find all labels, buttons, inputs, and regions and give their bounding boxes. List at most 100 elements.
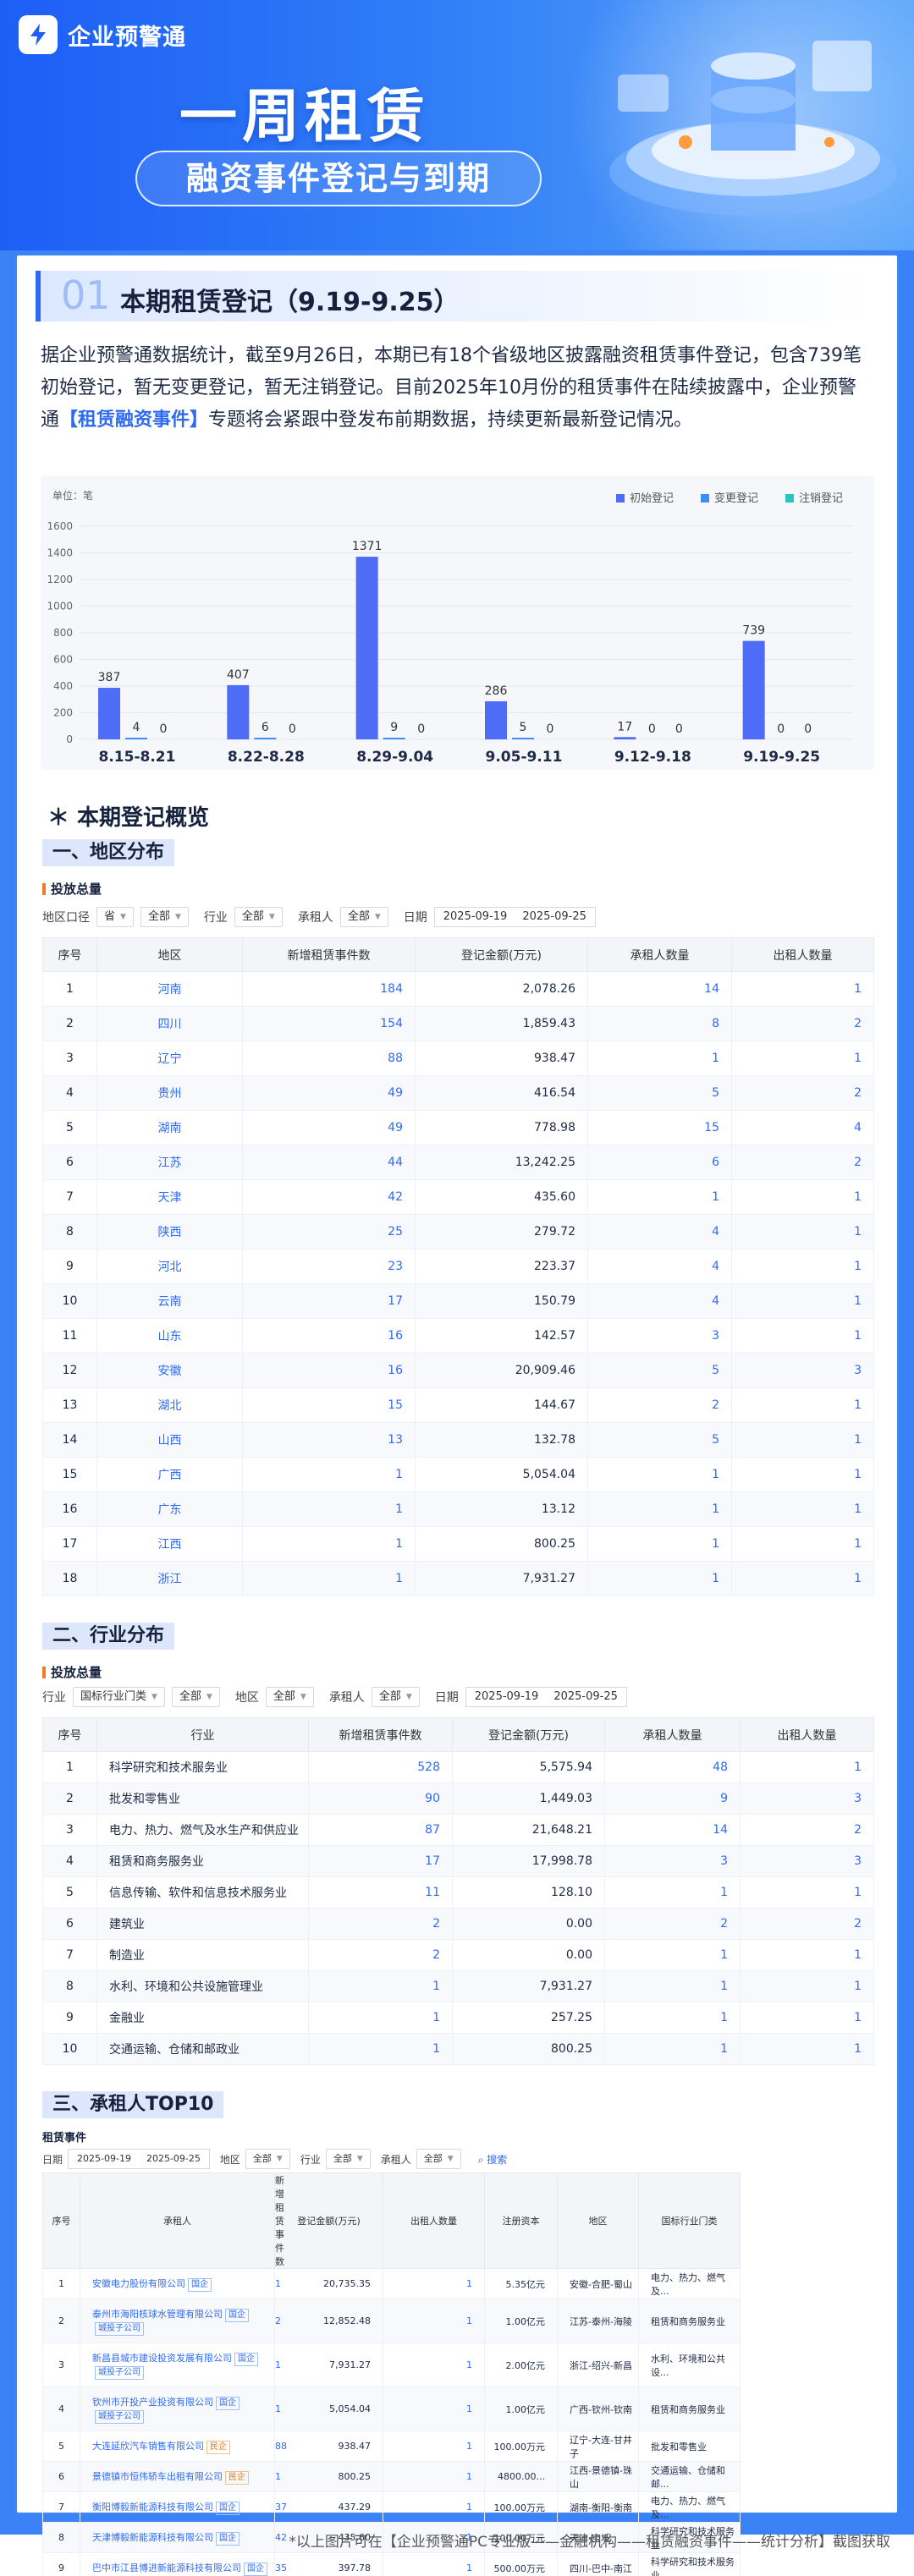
lessor-count-cell[interactable]: 1 <box>740 1939 874 1971</box>
lessee-count-cell[interactable]: 2 <box>604 1908 741 1940</box>
name-cell[interactable]: 江西 <box>96 1526 243 1562</box>
lessor-count-cell[interactable]: 1 <box>731 1179 874 1215</box>
name-cell[interactable]: 广西 <box>96 1457 243 1492</box>
lessor-count-cell[interactable]: 2 <box>731 1006 874 1041</box>
lessee-count-cell[interactable]: 14 <box>604 1814 741 1846</box>
lessor-count-cell[interactable]: 1 <box>731 1041 874 1076</box>
lessor-count-cell[interactable]: 1 <box>740 1970 874 2002</box>
events-cell[interactable]: 25 <box>242 1214 416 1250</box>
lessor-count-cell[interactable]: 1 <box>731 1387 874 1423</box>
caliber-all-select[interactable]: 全部 ▼ <box>140 907 189 927</box>
events-cell[interactable]: 16 <box>242 1353 416 1388</box>
lessor-count-cell[interactable]: 1 <box>740 2033 874 2065</box>
date-range-picker[interactable]: 2025-09-19 2025-09-25 <box>433 907 596 927</box>
region-select[interactable]: 全部 ▼ <box>245 2149 290 2169</box>
lessor-count-cell[interactable]: 1 <box>731 1457 874 1492</box>
lessee-count-cell[interactable]: 1 <box>604 1970 741 2002</box>
lessee-count-cell[interactable]: 3 <box>587 1318 732 1354</box>
column-header[interactable]: 新增租赁事件数 <box>242 937 416 972</box>
lessee-count-cell[interactable]: 4 <box>587 1249 732 1284</box>
events-cell[interactable]: 1 <box>308 1970 453 2002</box>
column-header[interactable]: 承租人数量 <box>604 1717 741 1752</box>
lessee-count-cell[interactable]: 1 <box>604 1939 741 1971</box>
lessee-count-cell[interactable]: 2 <box>587 1387 732 1423</box>
events-cell[interactable]: 17 <box>242 1283 416 1319</box>
lessee-count-cell[interactable]: 4 <box>587 1283 732 1319</box>
events-cell[interactable]: 2 <box>308 1939 453 1971</box>
events-cell[interactable]: 44 <box>242 1145 416 1180</box>
lessor-count-cell[interactable]: 2 <box>740 1908 874 1940</box>
lessee-count-cell[interactable]: 1 <box>587 1179 732 1215</box>
lessor-count-cell[interactable]: 1 <box>731 1526 874 1562</box>
lessor-count-cell[interactable]: 1 <box>731 1422 874 1458</box>
column-header[interactable]: 新增租赁事件数 <box>308 1717 453 1752</box>
lessor-count-cell[interactable]: 3 <box>740 1845 874 1877</box>
region-select[interactable]: 全部 ▼ <box>265 1687 314 1707</box>
lessee-count-cell[interactable]: 1 <box>587 1491 732 1527</box>
lessee-cell[interactable]: 巴中市江县博进新能源科技有限公司 国企 <box>80 2552 275 2576</box>
column-header[interactable]: 承租人数量 <box>587 937 732 972</box>
column-header[interactable]: 登记金额(万元) <box>452 1717 605 1752</box>
industry-all-select[interactable]: 全部 ▼ <box>171 1687 220 1707</box>
lessee-select[interactable]: 全部 ▼ <box>416 2149 461 2169</box>
lessee-count-cell[interactable]: 5 <box>587 1422 732 1458</box>
lessor-count-cell[interactable]: 1 <box>740 2002 874 2034</box>
lessor-count-cell[interactable]: 1 <box>731 1318 874 1354</box>
lessee-count-cell[interactable]: 5 <box>587 1075 732 1111</box>
lessee-count-cell[interactable]: 14 <box>587 971 732 1007</box>
events-cell[interactable]: 1 <box>242 1561 416 1596</box>
name-cell[interactable]: 河南 <box>96 971 243 1007</box>
name-cell[interactable]: 安徽 <box>96 1353 243 1388</box>
events-cell[interactable]: 49 <box>242 1110 416 1145</box>
lessor-count-cell[interactable]: 2 <box>731 1075 874 1111</box>
events-cell[interactable]: 13 <box>242 1422 416 1458</box>
events-cell[interactable]: 88 <box>242 1041 416 1076</box>
caliber-select[interactable]: 省 ▼ <box>96 907 134 927</box>
lessor-count-cell[interactable]: 1 <box>731 1249 874 1284</box>
column-header[interactable]: 出租人数量 <box>731 937 874 972</box>
lessee-count-cell[interactable]: 1 <box>604 2002 741 2034</box>
lessor-count-cell[interactable]: 2 <box>731 1145 874 1180</box>
lessor-count-cell[interactable]: 1 <box>383 2491 485 2523</box>
name-cell[interactable]: 贵州 <box>96 1075 243 1111</box>
search-button[interactable]: ⌕ 搜索 <box>478 2152 508 2167</box>
name-cell[interactable]: 江苏 <box>96 1145 243 1180</box>
name-cell[interactable]: 云南 <box>96 1283 243 1319</box>
name-cell[interactable]: 山西 <box>96 1422 243 1458</box>
lessee-count-cell[interactable]: 15 <box>587 1110 732 1145</box>
name-cell[interactable]: 河北 <box>96 1249 243 1284</box>
name-cell[interactable]: 湖南 <box>96 1110 243 1145</box>
lessor-count-cell[interactable]: 1 <box>731 1283 874 1319</box>
lessee-count-cell[interactable]: 5 <box>587 1353 732 1388</box>
events-cell[interactable]: 87 <box>308 1814 453 1846</box>
lessor-count-cell[interactable]: 1 <box>740 1751 874 1783</box>
events-cell[interactable]: 1 <box>242 1526 416 1562</box>
lessee-count-cell[interactable]: 8 <box>587 1006 732 1041</box>
lessee-cell[interactable]: 泰州市海阳核球水管理有限公司 国企城投子公司 <box>80 2299 275 2343</box>
lessee-count-cell[interactable]: 1 <box>587 1041 732 1076</box>
lessee-count-cell[interactable]: 3 <box>604 1845 741 1877</box>
events-cell[interactable]: 528 <box>308 1751 453 1783</box>
lessor-count-cell[interactable]: 2 <box>740 1814 874 1846</box>
lessee-cell[interactable]: 衡阳博毅新能源科技有限公司 国企 <box>80 2491 275 2523</box>
date-range-picker[interactable]: 2025-09-19 2025-09-25 <box>68 2149 210 2169</box>
events-cell[interactable]: 23 <box>242 1249 416 1284</box>
lessee-cell[interactable]: 钦州市开投产业投资有限公司 国企城投子公司 <box>80 2387 275 2431</box>
events-cell[interactable]: 42 <box>242 1179 416 1215</box>
events-cell[interactable]: 1 <box>308 2033 453 2065</box>
events-cell[interactable]: 17 <box>308 1845 453 1877</box>
lessor-count-cell[interactable]: 1 <box>731 1561 874 1596</box>
lessee-cell[interactable]: 大连延欣汽车销售有限公司 民企 <box>80 2430 275 2462</box>
lessee-count-cell[interactable]: 1 <box>604 2033 741 2065</box>
intro-highlight-link[interactable]: 【租赁融资事件】 <box>59 409 208 431</box>
column-header[interactable]: 出租人数量 <box>740 1717 874 1752</box>
events-cell[interactable]: 1 <box>242 1457 416 1492</box>
lessor-count-cell[interactable]: 3 <box>740 1782 874 1815</box>
lessee-count-cell[interactable]: 1 <box>604 1876 741 1909</box>
lessor-count-cell[interactable]: 1 <box>731 1491 874 1527</box>
events-cell[interactable]: 2 <box>308 1908 453 1940</box>
lessee-select[interactable]: 全部 ▼ <box>371 1687 420 1707</box>
lessor-count-cell[interactable]: 1 <box>383 2299 485 2343</box>
name-cell[interactable]: 陕西 <box>96 1214 243 1250</box>
lessor-count-cell[interactable]: 1 <box>731 1214 874 1250</box>
